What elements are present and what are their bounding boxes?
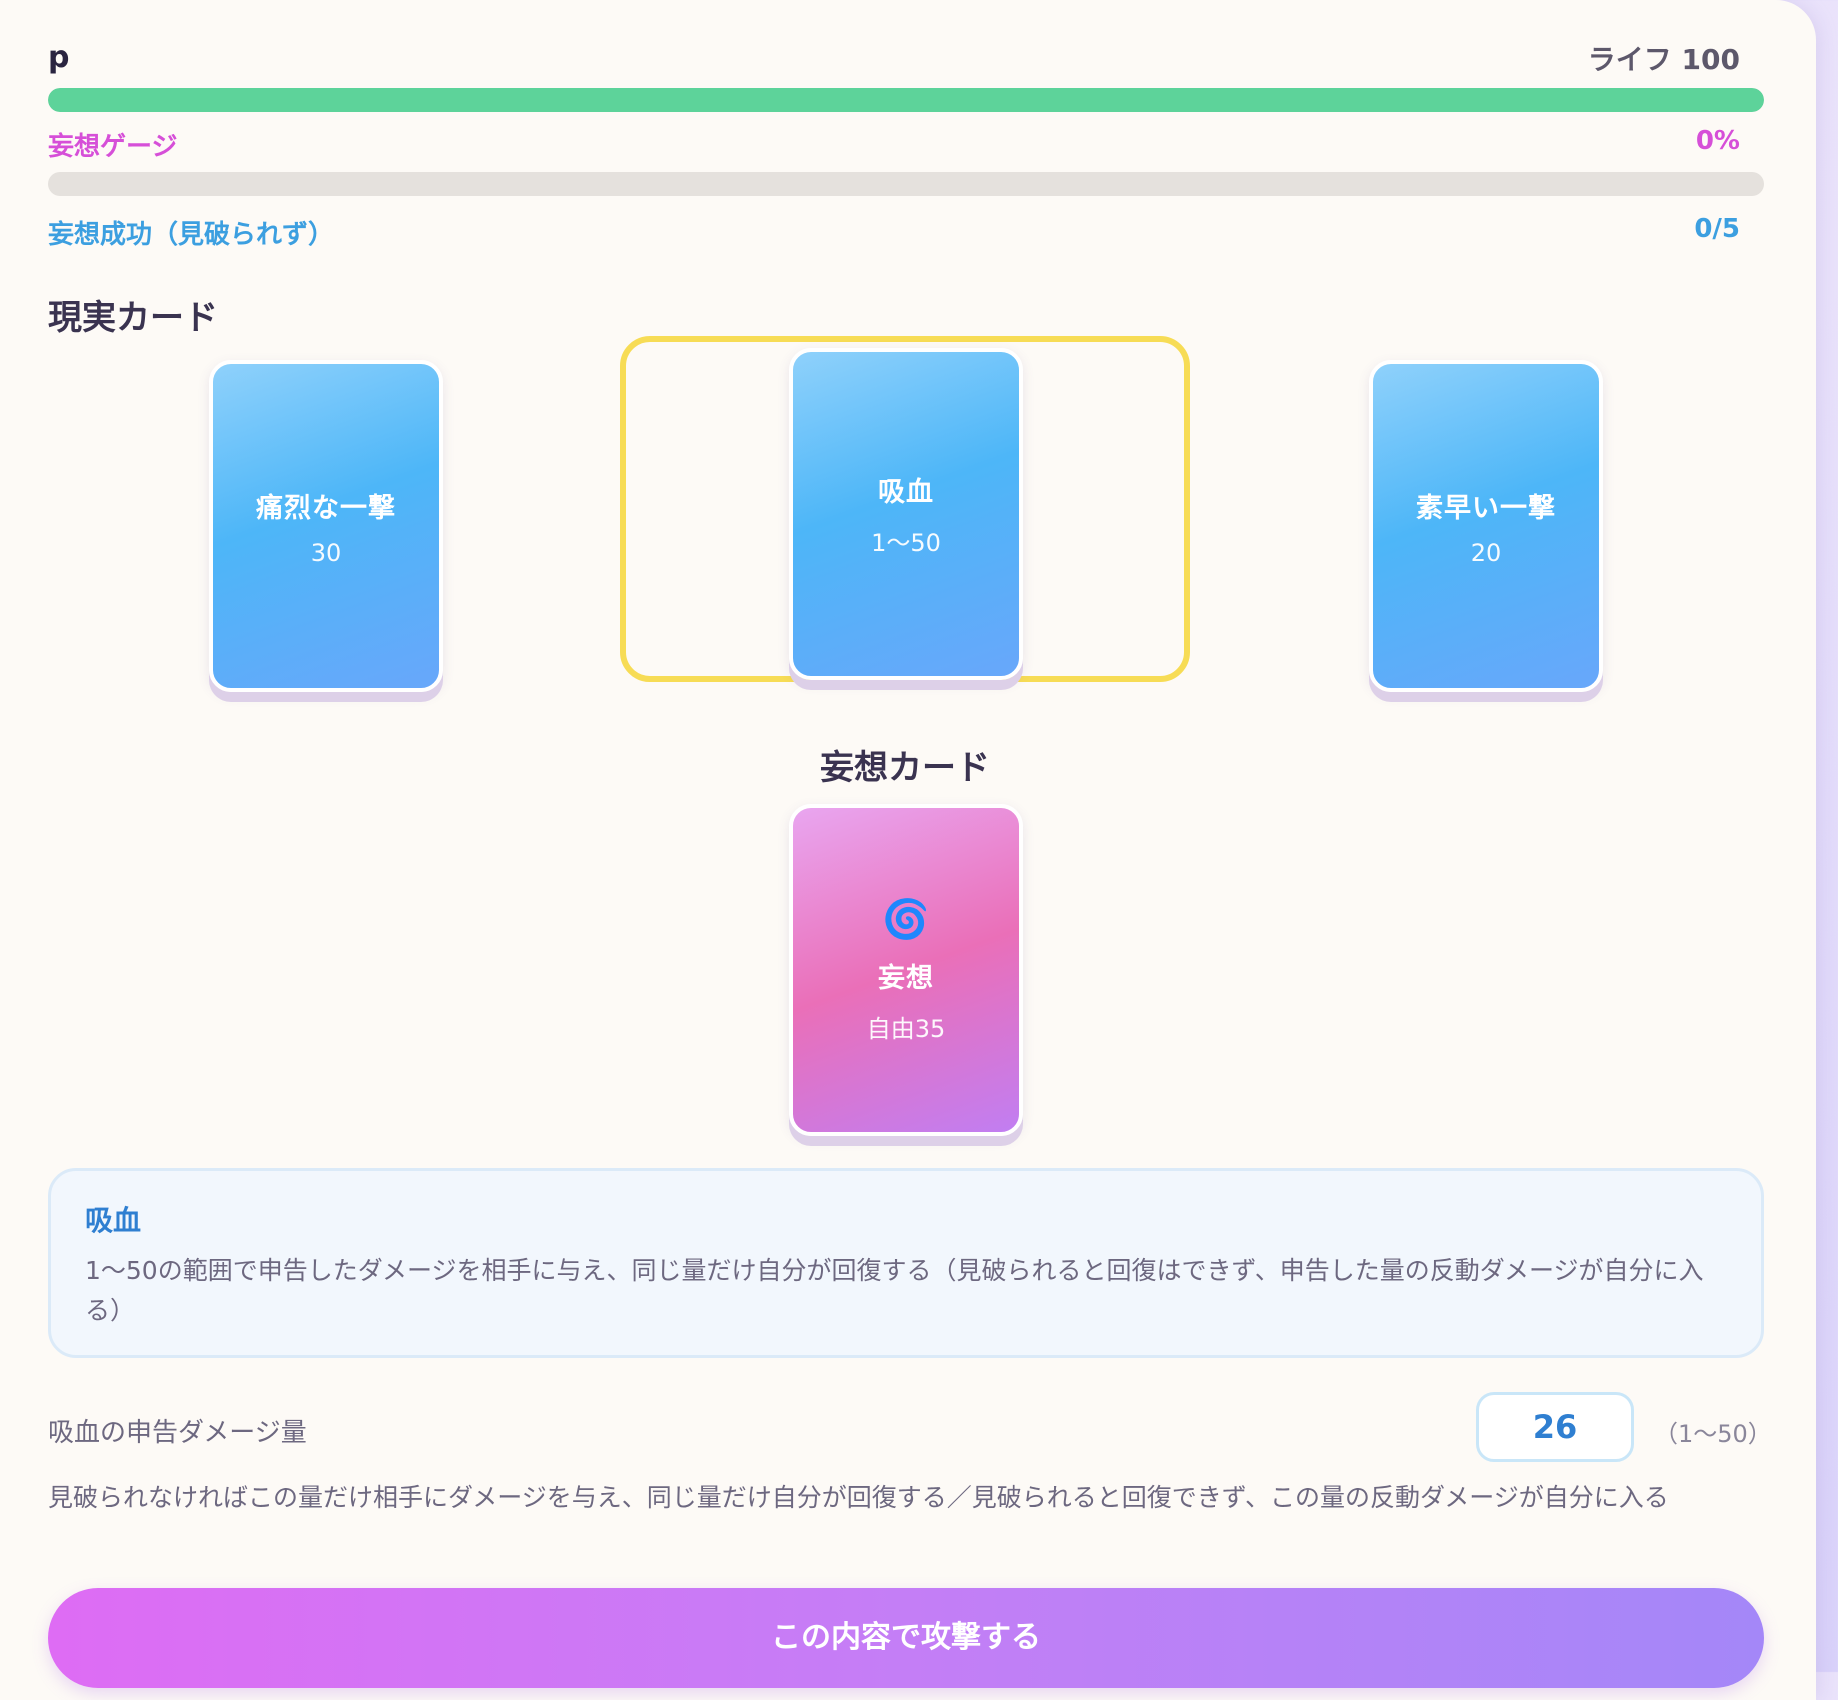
card-description-box: 吸血 1〜50の範囲で申告したダメージを相手に与え、同じ量だけ自分が回復する（見… [48, 1168, 1764, 1358]
reality-card-quick-strike[interactable]: 素早い一撃 20 [1369, 360, 1603, 692]
delusion-gauge-value: 0% [1695, 126, 1740, 156]
card-value: 1〜50 [871, 529, 941, 557]
card-value: 30 [310, 538, 342, 567]
declared-damage-note: 見破られなければこの量だけ相手にダメージを与え、同じ量だけ自分が回復する／見破ら… [48, 1483, 1669, 1512]
life-label: ライフ 100 [1587, 43, 1740, 76]
attack-button[interactable]: この内容で攻撃する [48, 1588, 1764, 1688]
life-bar-fill [48, 88, 1764, 112]
declared-damage-label: 吸血の申告ダメージ量 [48, 1418, 307, 1448]
delusion-gauge-bar [48, 172, 1764, 196]
life-bar [48, 88, 1764, 112]
declared-damage-range: （1〜50） [1654, 1420, 1772, 1448]
player-name: p [48, 40, 70, 75]
card-name: 吸血 [878, 477, 934, 508]
delusion-gauge-label: 妄想ゲージ [48, 132, 178, 162]
game-panel: p ライフ 100 妄想ゲージ 0% 妄想成功（見破られず） 0/5 現実カード… [0, 0, 1816, 1700]
declared-damage-input[interactable] [1476, 1392, 1634, 1462]
reality-card-painful-strike[interactable]: 痛烈な一撃 30 [209, 360, 443, 692]
description-title: 吸血 [85, 1204, 142, 1237]
reality-card-lifesteal[interactable]: 吸血 1〜50 [789, 348, 1023, 680]
delusion-cards-title: 妄想カード [820, 748, 990, 788]
card-value: 20 [1470, 538, 1502, 567]
card-name: 妄想 [878, 962, 934, 994]
card-name: 素早い一撃 [1416, 492, 1556, 524]
card-value: 自由35 [866, 1014, 946, 1043]
delusion-success-value: 0/5 [1694, 214, 1740, 244]
card-name: 痛烈な一撃 [256, 492, 396, 524]
description-text: 1〜50の範囲で申告したダメージを相手に与え、同じ量だけ自分が回復する（見破られ… [85, 1256, 1704, 1325]
spiral-icon: 🌀 [882, 896, 930, 941]
reality-cards-title: 現実カード [48, 298, 218, 338]
delusion-card[interactable]: 🌀 妄想 自由35 [789, 804, 1023, 1136]
delusion-success-label: 妄想成功（見破られず） [48, 220, 335, 250]
